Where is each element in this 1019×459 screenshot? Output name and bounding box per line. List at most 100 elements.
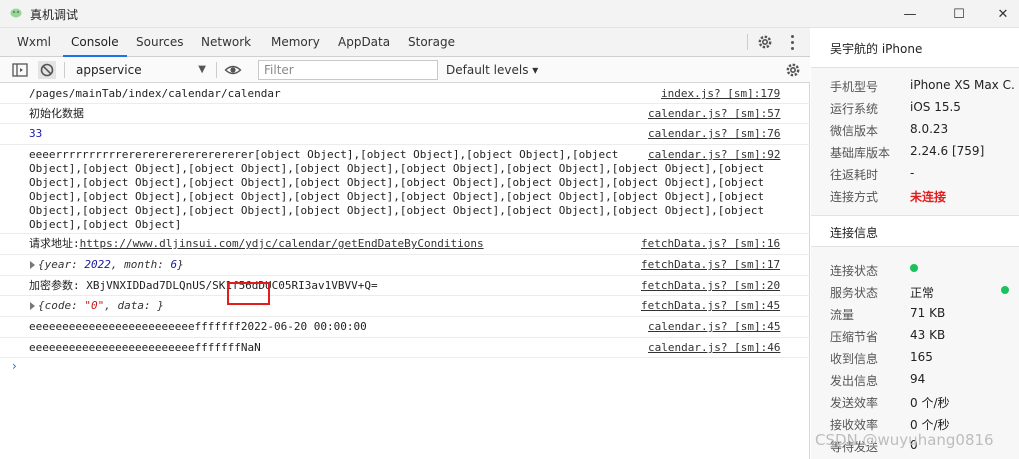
console-settings-gear-icon[interactable]	[784, 61, 802, 79]
info-value: 43 KB	[910, 328, 946, 342]
info-label: 流量	[830, 308, 855, 322]
tab-console[interactable]: Console	[63, 28, 127, 57]
tab-memory[interactable]: Memory	[263, 28, 328, 57]
more-options-icon[interactable]	[786, 33, 798, 51]
maximize-button[interactable]: ☐	[946, 4, 972, 24]
connection-status-dot	[910, 264, 918, 272]
settings-gear-icon[interactable]	[756, 33, 774, 51]
caret-down-icon: ▼	[198, 64, 206, 75]
info-value: iOS 15.5	[910, 100, 961, 114]
info-label: 收到信息	[830, 352, 879, 366]
info-label: 连接状态	[830, 264, 879, 278]
eye-icon[interactable]	[224, 61, 242, 79]
info-label: 基础库版本	[830, 146, 891, 160]
info-label: 微信版本	[830, 124, 879, 138]
console-message-line: eeeerrrrrrrrrrerererererererererer[objec…	[29, 148, 619, 161]
source-link[interactable]: index.js? [sm]:179	[661, 87, 780, 101]
tabs-divider	[747, 34, 748, 50]
sidebar-toggle-icon[interactable]	[11, 61, 29, 79]
console-row: 请求地址:https://www.dljinsui.com/ydjc/calen…	[0, 234, 810, 255]
console-message: eeeeeeeeeeeeeeeeeeeeeeeeefffffffNaN	[29, 341, 261, 354]
info-label: 连接方式	[830, 190, 879, 204]
info-label: 发出信息	[830, 374, 879, 388]
console-row: /pages/mainTab/index/calendar/calendar i…	[0, 84, 810, 104]
log-levels-dropdown[interactable]: Default levels ▾	[446, 57, 538, 83]
wechat-devtools-icon	[10, 8, 22, 18]
close-icon: ✕	[997, 6, 1009, 22]
source-link[interactable]: calendar.js? [sm]:45	[648, 320, 780, 334]
close-button[interactable]: ✕	[990, 4, 1016, 24]
source-link[interactable]: calendar.js? [sm]:46	[648, 341, 780, 355]
console-message: 33	[29, 127, 43, 140]
console-row: 33 calendar.js? [sm]:76	[0, 124, 810, 145]
minimize-button[interactable]: —	[897, 4, 923, 24]
expand-arrow-icon[interactable]	[30, 261, 35, 269]
info-label: 压缩节省	[830, 330, 879, 344]
source-link[interactable]: calendar.js? [sm]:57	[648, 107, 780, 121]
info-value: 8.0.23	[910, 122, 949, 136]
console-message-line: Object],[object Object],[object Object],…	[29, 176, 765, 189]
source-link[interactable]: fetchData.js? [sm]:17	[641, 258, 780, 272]
context-select[interactable]: appservice ▼	[70, 59, 212, 81]
window-title: 真机调试	[30, 8, 79, 22]
tab-wxml[interactable]: Wxml	[9, 28, 59, 57]
maximize-icon: ☐	[953, 6, 965, 22]
info-value: 2.24.6 [759]	[910, 144, 985, 158]
connection-section-header: 连接信息	[811, 215, 1019, 247]
tab-network[interactable]: Network	[193, 28, 259, 57]
console-message: /pages/mainTab/index/calendar/calendar	[29, 87, 281, 100]
console-message-line: Object],[object Object],[object Object],…	[29, 190, 765, 203]
source-link[interactable]: fetchData.js? [sm]:20	[641, 279, 780, 293]
console-message-line: Object],[object Object]	[29, 218, 182, 231]
device-name: 吴宇航的 iPhone	[830, 42, 923, 56]
tab-storage[interactable]: Storage	[400, 28, 463, 57]
minimize-icon: —	[903, 6, 917, 22]
console-row[interactable]: {year: 2022, month: 6} fetchData.js? [sm…	[0, 255, 810, 276]
info-label: 往返耗时	[830, 168, 879, 182]
clear-console-icon[interactable]	[38, 61, 56, 79]
title-bar: 真机调试 — ☐ ✕	[0, 0, 1019, 28]
info-value: 165	[910, 350, 933, 364]
console-row: 初始化数据 calendar.js? [sm]:57	[0, 104, 810, 124]
console-row[interactable]: {code: "0", data: } fetchData.js? [sm]:4…	[0, 296, 810, 317]
source-link[interactable]: fetchData.js? [sm]:45	[641, 299, 780, 313]
info-label: 服务状态	[830, 286, 879, 300]
request-url-label: 请求地址:	[29, 237, 80, 250]
console-row: eeeeeeeeeeeeeeeeeeeeeeeeefffffff2022-06-…	[0, 317, 810, 338]
request-url-link[interactable]: https://www.dljinsui.com/ydjc/calendar/g…	[80, 237, 484, 250]
source-link[interactable]: calendar.js? [sm]:76	[648, 127, 780, 141]
info-value: iPhone XS Max C...	[910, 78, 1014, 92]
tab-appdata[interactable]: AppData	[330, 28, 398, 57]
info-value: 71 KB	[910, 306, 946, 320]
devtools-tabs: Wxml Console Sources Network Memory AppD…	[0, 28, 810, 57]
console-object[interactable]: {code: "0", data: }	[38, 299, 164, 313]
tab-sources[interactable]: Sources	[128, 28, 191, 57]
csdn-watermark: CSDN @wuyuhang0816	[815, 431, 994, 449]
console-row: eeeeeeeeeeeeeeeeeeeeeeeeefffffffNaN cale…	[0, 338, 810, 358]
source-link[interactable]: calendar.js? [sm]:92	[648, 148, 780, 162]
console-toolbar: appservice ▼ Default levels ▾	[0, 57, 810, 83]
info-value: 94	[910, 372, 926, 386]
devtools-panel: Wxml Console Sources Network Memory AppD…	[0, 28, 810, 459]
info-value: 正常	[910, 286, 935, 300]
console-output: /pages/mainTab/index/calendar/calendar i…	[0, 84, 810, 459]
console-message: eeeeeeeeeeeeeeeeeeeeeeeeefffffff2022-06-…	[29, 320, 367, 333]
context-select-value: appservice	[76, 63, 142, 77]
connection-mode-value: 未连接	[910, 190, 947, 204]
filter-input[interactable]	[258, 60, 438, 80]
section-title: 连接信息	[830, 226, 879, 240]
info-label: 手机型号	[830, 80, 879, 94]
console-row: 加密参数: XBjVNXIDDad7DLQnUS/SK1f56dDUC05RI3…	[0, 276, 810, 296]
console-message-line: Object],[object Object],[object Object],…	[29, 162, 765, 175]
console-row: eeeerrrrrrrrrrerererererererererer[objec…	[0, 145, 810, 234]
expand-arrow-icon[interactable]	[30, 302, 35, 310]
console-prompt[interactable]: ›	[12, 359, 17, 373]
info-label: 发送效率	[830, 396, 879, 410]
console-message: 请求地址:https://www.dljinsui.com/ydjc/calen…	[29, 237, 484, 251]
console-message: 加密参数: XBjVNXIDDad7DLQnUS/SK1f56dDUC05RI3…	[29, 279, 378, 292]
device-header: 吴宇航的 iPhone	[811, 28, 1019, 68]
source-link[interactable]: fetchData.js? [sm]:16	[641, 237, 780, 251]
console-message: 初始化数据	[29, 107, 84, 120]
info-label: 运行系统	[830, 102, 879, 116]
console-object[interactable]: {year: 2022, month: 6}	[38, 258, 184, 272]
